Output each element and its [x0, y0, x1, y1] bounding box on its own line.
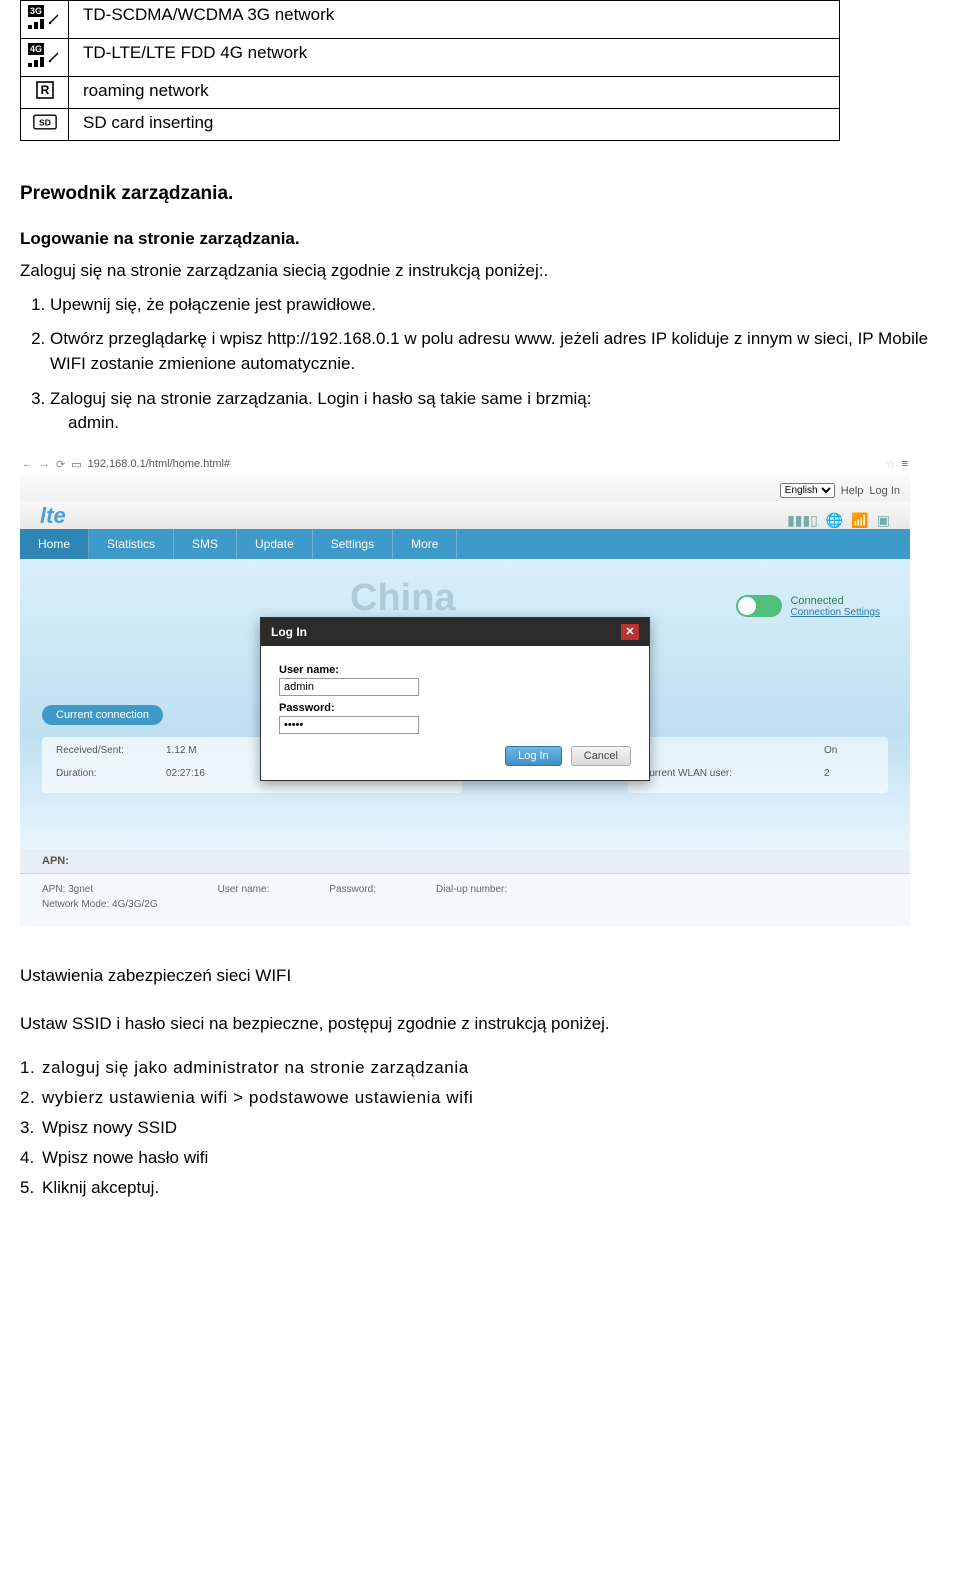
wifi-icon: 📶	[851, 512, 868, 529]
login-step-1: Upewnij się, że połączenie jest prawidło…	[50, 293, 940, 318]
wifi-step-1-text: zaloguj się jako administrator na stroni…	[42, 1058, 469, 1077]
wifi-step-2: 2.wybierz ustawienia wifi > podstawowe u…	[20, 1088, 940, 1108]
icon-4g-cell: 4G	[21, 39, 69, 77]
header-row: lte ▮▮▮▯ 🌐 📶 ▣	[20, 501, 910, 529]
language-select[interactable]: English	[780, 483, 835, 498]
svg-text:3G: 3G	[29, 6, 41, 16]
wlan-on-label	[642, 745, 824, 762]
login-dialog: Log In ✕ User name: Password: Log In Can…	[260, 617, 650, 781]
wifi-step-3-text: Wpisz nowy SSID	[42, 1118, 177, 1137]
login-dialog-title: Log In	[271, 625, 307, 639]
desc-4g: TD-LTE/LTE FDD 4G network	[69, 39, 840, 77]
nav-home[interactable]: Home	[20, 529, 89, 559]
login-step-2: Otwórz przeglądarkę i wpisz http://192.1…	[50, 327, 940, 376]
watermark-text: China	[350, 577, 456, 620]
address-bar-url[interactable]: 192.168.0.1/html/home.html#	[88, 458, 880, 470]
wlan-users-value: 2	[824, 768, 874, 785]
apn-dial: Dial-up number:	[436, 884, 507, 895]
icon-sd-cell: SD	[21, 109, 69, 141]
wifi-step-1: 1.zaloguj się jako administrator na stro…	[20, 1058, 940, 1078]
nav-more[interactable]: More	[393, 529, 457, 559]
current-connection-pill: Current connection	[42, 705, 163, 725]
username-label: User name:	[279, 664, 631, 676]
section-title-guide: Prewodnik zarządzania.	[20, 183, 940, 205]
wlan-users-label: Current WLAN user:	[642, 768, 824, 785]
menu-icon[interactable]: ≡	[902, 458, 908, 470]
login-step-3-admin: admin.	[68, 411, 940, 436]
browser-address-bar: ← → ⟳ ▭ 192.168.0.1/html/home.html# ☆ ≡	[20, 458, 910, 475]
hero-area: China Connected Connection Settings Log …	[20, 559, 910, 849]
password-input[interactable]	[279, 716, 419, 734]
wifi-step-2-text: wybierz ustawienia wifi > podstawowe ust…	[42, 1088, 473, 1107]
sd-card-icon: SD	[33, 113, 57, 131]
top-strip: English Help Log In	[20, 475, 910, 501]
nav-settings[interactable]: Settings	[313, 529, 393, 559]
wifi-step-3: 3.Wpisz nowy SSID	[20, 1118, 940, 1138]
wifi-step-4-text: Wpisz nowe hasło wifi	[42, 1148, 208, 1167]
globe-icon: 🌐	[826, 512, 843, 529]
connection-toggle[interactable]	[736, 595, 782, 617]
connected-label: Connected	[790, 595, 880, 607]
connection-status: Connected Connection Settings	[736, 595, 880, 618]
signal-bars-icon: ▮▮▮▯	[787, 512, 818, 529]
help-link[interactable]: Help	[841, 485, 864, 497]
login-link[interactable]: Log In	[869, 485, 900, 497]
icon-3g-cell: 3G	[21, 1, 69, 39]
wifi-step-5: 5.Kliknij akceptuj.	[20, 1178, 940, 1198]
stats-duration-label: Duration:	[56, 768, 166, 785]
nav-fwd-icon[interactable]: →	[39, 458, 50, 470]
wifi-steps: 1.zaloguj się jako administrator na stro…	[20, 1058, 940, 1198]
network-4g-icon: 4G	[28, 43, 62, 67]
wifi-security-intro: Ustaw SSID i hasło sieci na bezpieczne, …	[20, 1012, 940, 1036]
login-step-3-line1: Zaloguj się na stronie zarządzania. Logi…	[50, 389, 591, 408]
apn-header: APN:	[20, 849, 910, 874]
apn-username: User name:	[218, 884, 270, 895]
connection-settings-link[interactable]: Connection Settings	[790, 607, 880, 618]
svg-text:SD: SD	[39, 117, 51, 127]
status-icons: ▮▮▮▯ 🌐 📶 ▣	[787, 512, 890, 529]
login-cancel-button[interactable]: Cancel	[571, 746, 631, 766]
bookmark-star-icon[interactable]: ☆	[886, 458, 896, 471]
apn-body: APN: 3gnet Network Mode: 4G/3G/2G User n…	[20, 874, 910, 926]
login-submit-button[interactable]: Log In	[505, 746, 562, 766]
main-nav: Home Statistics SMS Update Settings More	[20, 529, 910, 559]
wifi-step-4: 4.Wpisz nowe hasło wifi	[20, 1148, 940, 1168]
icon-roaming-cell: R	[21, 77, 69, 109]
nav-update[interactable]: Update	[237, 529, 313, 559]
desc-roaming: roaming network	[69, 77, 840, 109]
nav-statistics[interactable]: Statistics	[89, 529, 174, 559]
apn-mode: Network Mode: 4G/3G/2G	[42, 899, 158, 910]
stats-received-label: Received/Sent:	[56, 745, 166, 762]
wlan-on-value: On	[824, 745, 874, 762]
network-icons-table: 3G TD-SCDMA/WCDMA 3G network 4G	[20, 0, 840, 141]
router-admin-screenshot: ← → ⟳ ▭ 192.168.0.1/html/home.html# ☆ ≡ …	[20, 458, 910, 926]
username-input[interactable]	[279, 678, 419, 696]
wifi-step-5-text: Kliknij akceptuj.	[42, 1178, 159, 1197]
svg-text:4G: 4G	[29, 44, 41, 54]
wlan-card: On Current WLAN user: 2	[628, 737, 888, 793]
login-intro: Zaloguj się na stronie zarządzania sieci…	[20, 259, 940, 283]
login-step-3: Zaloguj się na stronie zarządzania. Logi…	[50, 387, 940, 436]
login-steps: Upewnij się, że połączenie jest prawidło…	[50, 293, 940, 436]
roaming-icon: R	[33, 81, 57, 99]
svg-text:R: R	[40, 83, 49, 97]
apn-value: APN: 3gnet	[42, 884, 158, 895]
login-close-button[interactable]: ✕	[621, 624, 639, 640]
network-3g-icon: 3G	[28, 5, 62, 29]
lte-logo: lte	[40, 503, 66, 529]
login-heading: Logowanie na stronie zarządzania.	[20, 227, 940, 251]
wifi-security-title: Ustawienia zabezpieczeń sieci WIFI	[20, 966, 940, 986]
desc-3g: TD-SCDMA/WCDMA 3G network	[69, 1, 840, 39]
desc-sd: SD card inserting	[69, 109, 840, 141]
nav-reload-icon[interactable]: ⟳	[56, 458, 65, 471]
password-label: Password:	[279, 702, 631, 714]
apn-password: Password:	[329, 884, 376, 895]
nav-back-icon[interactable]: ←	[22, 458, 33, 470]
nav-sms[interactable]: SMS	[174, 529, 237, 559]
sim-icon: ▣	[877, 512, 890, 529]
